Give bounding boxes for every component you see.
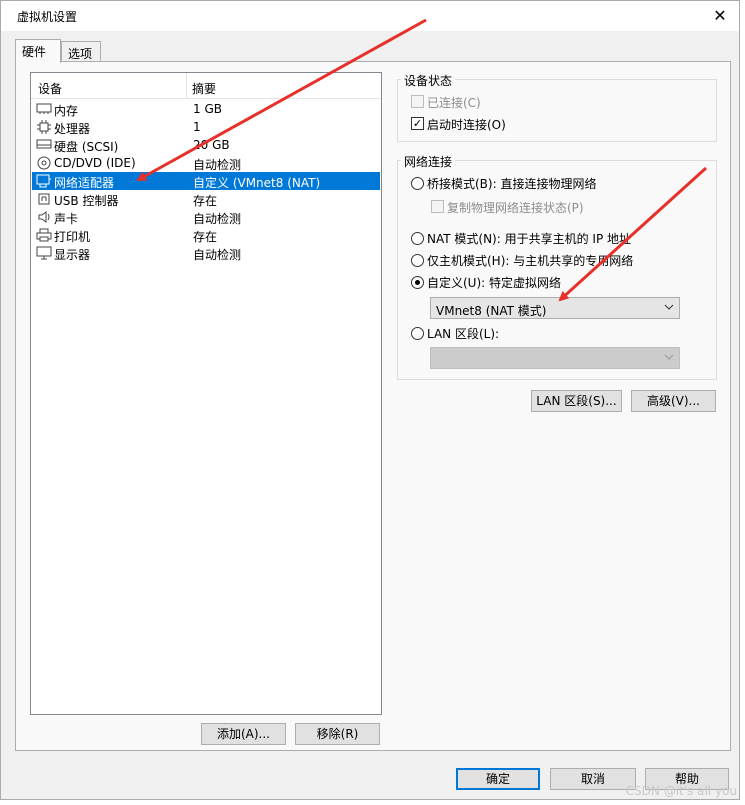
host-only-radio[interactable] — [411, 254, 424, 267]
network-connection-title: 网络连接 — [401, 153, 456, 170]
host-only-label: 仅主机模式(H): 与主机共享的专用网络 — [427, 254, 634, 268]
bridged-radio[interactable] — [411, 177, 424, 190]
lan-segment-label: LAN 区段(L): — [427, 327, 500, 341]
device-name: 显示器 — [54, 248, 91, 262]
tab-options[interactable]: 选项 — [61, 41, 101, 63]
memory-icon — [36, 102, 52, 116]
replicate-state-checkbox[interactable] — [431, 200, 444, 213]
cdrom-icon — [36, 156, 52, 170]
usb-icon — [36, 192, 52, 206]
connect-at-power-on-checkbox[interactable]: ✓ — [411, 117, 424, 130]
connect-at-power-on-label: 启动时连接(O) — [427, 118, 506, 132]
device-name: CD/DVD (IDE) — [54, 156, 136, 170]
device-name: 处理器 — [54, 122, 91, 136]
custom-label: 自定义(U): 特定虚拟网络 — [427, 276, 562, 290]
watermark: CSDN @it's all you — [625, 784, 737, 798]
replicate-state-label: 复制物理网络连接状态(P) — [447, 201, 584, 215]
column-header-device[interactable]: 设备 — [38, 80, 62, 97]
cancel-button[interactable]: 取消 — [550, 768, 636, 790]
custom-radio[interactable] — [411, 276, 424, 289]
custom-network-select[interactable]: VMnet8 (NAT 模式) — [430, 297, 680, 319]
device-row-sound[interactable]: 声卡 自动检测 — [32, 208, 380, 226]
chevron-down-icon — [663, 351, 675, 365]
device-summary: 自定义 (VMnet8 (NAT) — [193, 176, 321, 190]
device-row-harddisk[interactable]: 硬盘 (SCSI) 20 GB — [32, 136, 380, 154]
monitor-icon — [36, 246, 52, 260]
remove-device-button[interactable]: 移除(R) — [295, 723, 380, 745]
lan-segments-button[interactable]: LAN 区段(S)... — [531, 390, 622, 412]
nat-radio[interactable] — [411, 232, 424, 245]
device-name: USB 控制器 — [54, 194, 119, 208]
cpu-icon — [36, 120, 52, 134]
bridged-label: 桥接模式(B): 直接连接物理网络 — [427, 177, 597, 191]
device-summary: 1 — [193, 120, 201, 134]
device-summary: 自动检测 — [193, 158, 242, 172]
device-status-title: 设备状态 — [401, 72, 456, 89]
custom-network-select-value: VMnet8 (NAT 模式) — [436, 304, 547, 318]
device-list-header: 设备 摘要 — [31, 73, 381, 99]
title-bar: 虚拟机设置 ✕ — [1, 1, 739, 31]
add-device-button[interactable]: 添加(A)... — [201, 723, 286, 745]
speaker-icon — [36, 210, 52, 224]
printer-icon — [36, 228, 52, 242]
device-summary: 20 GB — [193, 138, 230, 152]
device-summary: 自动检测 — [193, 248, 242, 262]
device-name: 硬盘 (SCSI) — [54, 140, 119, 154]
window-title: 虚拟机设置 — [17, 10, 78, 24]
device-summary: 存在 — [193, 230, 218, 244]
device-summary: 存在 — [193, 194, 218, 208]
device-row-usb[interactable]: USB 控制器 存在 — [32, 190, 380, 208]
device-row-printer[interactable]: 打印机 存在 — [32, 226, 380, 244]
vm-settings-dialog: 虚拟机设置 ✕ 硬件 选项 设备 摘要 内存 1 GB 处理器 1 硬盘 (SC… — [0, 0, 740, 800]
device-row-display[interactable]: 显示器 自动检测 — [32, 244, 380, 262]
tab-hardware[interactable]: 硬件 — [15, 39, 61, 63]
device-row-memory[interactable]: 内存 1 GB — [32, 100, 380, 118]
connected-checkbox[interactable] — [411, 95, 424, 108]
connected-label: 已连接(C) — [427, 96, 481, 110]
device-row-processor[interactable]: 处理器 1 — [32, 118, 380, 136]
device-name: 内存 — [54, 104, 79, 118]
close-icon[interactable]: ✕ — [707, 3, 733, 29]
column-header-summary[interactable]: 摘要 — [192, 80, 216, 97]
nat-label: NAT 模式(N): 用于共享主机的 IP 地址 — [427, 232, 632, 246]
chevron-down-icon — [663, 301, 675, 315]
device-name: 网络适配器 — [54, 176, 115, 190]
device-name: 打印机 — [54, 230, 91, 244]
device-list[interactable]: 设备 摘要 内存 1 GB 处理器 1 硬盘 (SCSI) 20 GB CD/D… — [30, 72, 382, 715]
device-summary: 1 GB — [193, 102, 222, 116]
harddisk-icon — [36, 138, 52, 152]
device-summary: 自动检测 — [193, 212, 242, 226]
lan-segment-select[interactable] — [430, 347, 680, 369]
column-divider[interactable] — [186, 73, 187, 99]
device-row-network-adapter[interactable]: 网络适配器 自定义 (VMnet8 (NAT) — [32, 172, 380, 190]
device-name: 声卡 — [54, 212, 79, 226]
network-adapter-icon — [36, 174, 52, 188]
device-row-cdrom[interactable]: CD/DVD (IDE) 自动检测 — [32, 154, 380, 172]
lan-segment-radio[interactable] — [411, 327, 424, 340]
advanced-button[interactable]: 高级(V)... — [631, 390, 716, 412]
ok-button[interactable]: 确定 — [456, 768, 540, 790]
